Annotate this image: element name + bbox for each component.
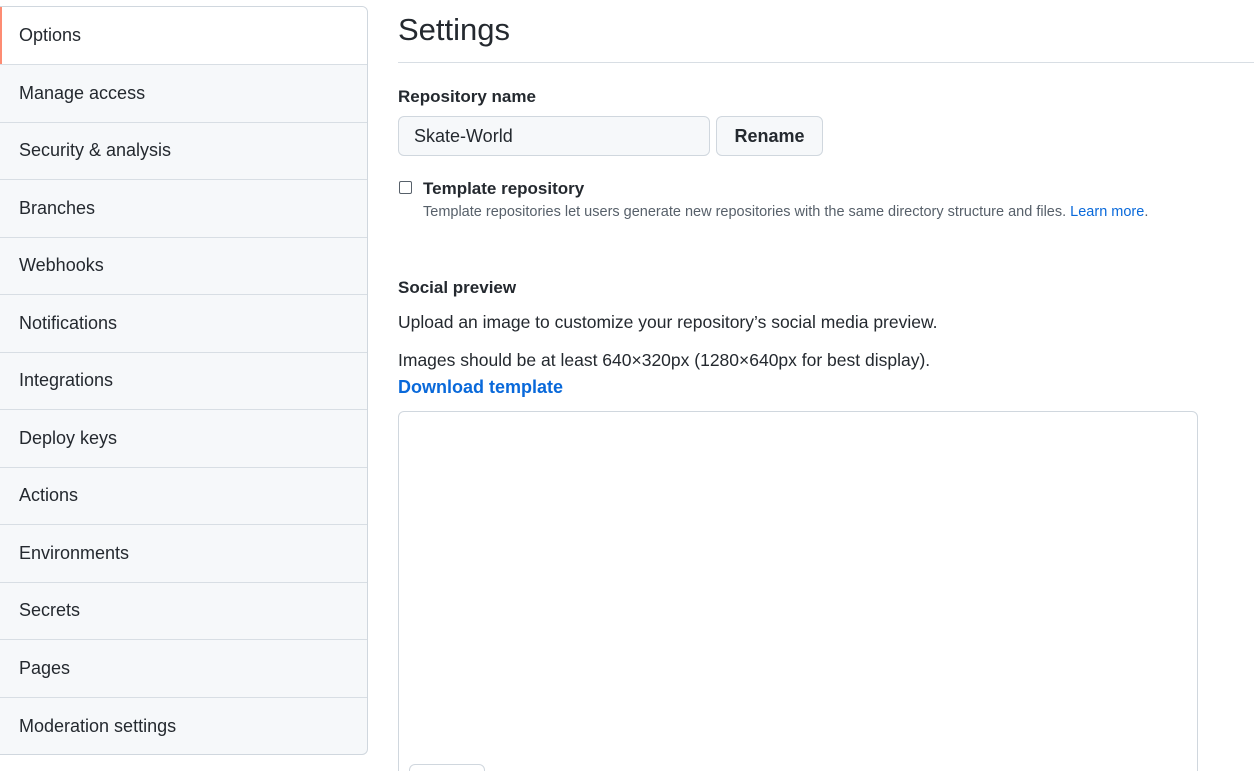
sidebar-item-label: Webhooks bbox=[19, 255, 104, 276]
social-preview-description: Upload an image to customize your reposi… bbox=[398, 312, 938, 332]
social-preview-box[interactable] bbox=[398, 411, 1198, 771]
repository-name-input[interactable] bbox=[398, 116, 710, 156]
sidebar-item-actions[interactable]: Actions bbox=[0, 468, 367, 525]
sidebar-item-label: Actions bbox=[19, 485, 79, 506]
settings-sidebar: Options Manage access Security & analysi… bbox=[0, 6, 368, 755]
template-repository-note: Template repositories let users generate… bbox=[423, 204, 1148, 220]
learn-more-link[interactable]: Learn more bbox=[1070, 204, 1144, 220]
sidebar-item-label: Notifications bbox=[19, 312, 118, 333]
sidebar-item-pages[interactable]: Pages bbox=[0, 640, 367, 698]
sidebar-item-label: Environments bbox=[19, 542, 130, 563]
sidebar-item-options[interactable]: Options bbox=[0, 7, 367, 65]
sidebar-item-branches[interactable]: Branches bbox=[0, 180, 367, 238]
sidebar-item-manage-access[interactable]: Manage access bbox=[0, 65, 367, 123]
sidebar-item-label: Secrets bbox=[19, 600, 81, 621]
template-note-text: Template repositories let users generate… bbox=[423, 204, 1067, 220]
edit-preview-button[interactable] bbox=[409, 764, 485, 771]
sidebar-item-label: Manage access bbox=[19, 82, 146, 103]
repository-name-label: Repository name bbox=[398, 87, 536, 106]
sidebar-item-integrations[interactable]: Integrations bbox=[0, 353, 367, 410]
sidebar-item-label: Moderation settings bbox=[19, 715, 177, 736]
sidebar-item-security-analysis[interactable]: Security & analysis bbox=[0, 123, 367, 180]
sidebar-item-deploy-keys[interactable]: Deploy keys bbox=[0, 410, 367, 468]
settings-main: Settings Repository name Rename Template… bbox=[398, 0, 1254, 771]
social-preview-label: Social preview bbox=[398, 278, 517, 297]
sidebar-item-label: Pages bbox=[19, 657, 71, 678]
settings-page: Options Manage access Security & analysi… bbox=[0, 0, 1254, 771]
sidebar-item-label: Options bbox=[19, 25, 82, 45]
sidebar-item-notifications[interactable]: Notifications bbox=[0, 295, 367, 353]
sidebar-item-label: Security & analysis bbox=[19, 140, 172, 161]
sidebar-item-moderation-settings[interactable]: Moderation settings bbox=[0, 698, 367, 755]
template-repository-checkbox[interactable] bbox=[399, 181, 412, 194]
sidebar-item-environments[interactable]: Environments bbox=[0, 525, 367, 583]
sidebar-item-label: Integrations bbox=[19, 370, 114, 391]
sidebar-item-secrets[interactable]: Secrets bbox=[0, 583, 367, 640]
download-template-link[interactable]: Download template bbox=[398, 377, 563, 398]
rename-button[interactable]: Rename bbox=[716, 116, 823, 156]
sidebar-item-webhooks[interactable]: Webhooks bbox=[0, 238, 367, 295]
sidebar-item-label: Branches bbox=[19, 197, 96, 218]
social-preview-size-note: Images should be at least 640×320px (128… bbox=[398, 350, 931, 370]
page-title: Settings bbox=[398, 0, 1254, 63]
note-period: . bbox=[1144, 204, 1149, 220]
template-repository-label: Template repository bbox=[423, 179, 585, 198]
sidebar-item-label: Deploy keys bbox=[19, 427, 118, 448]
